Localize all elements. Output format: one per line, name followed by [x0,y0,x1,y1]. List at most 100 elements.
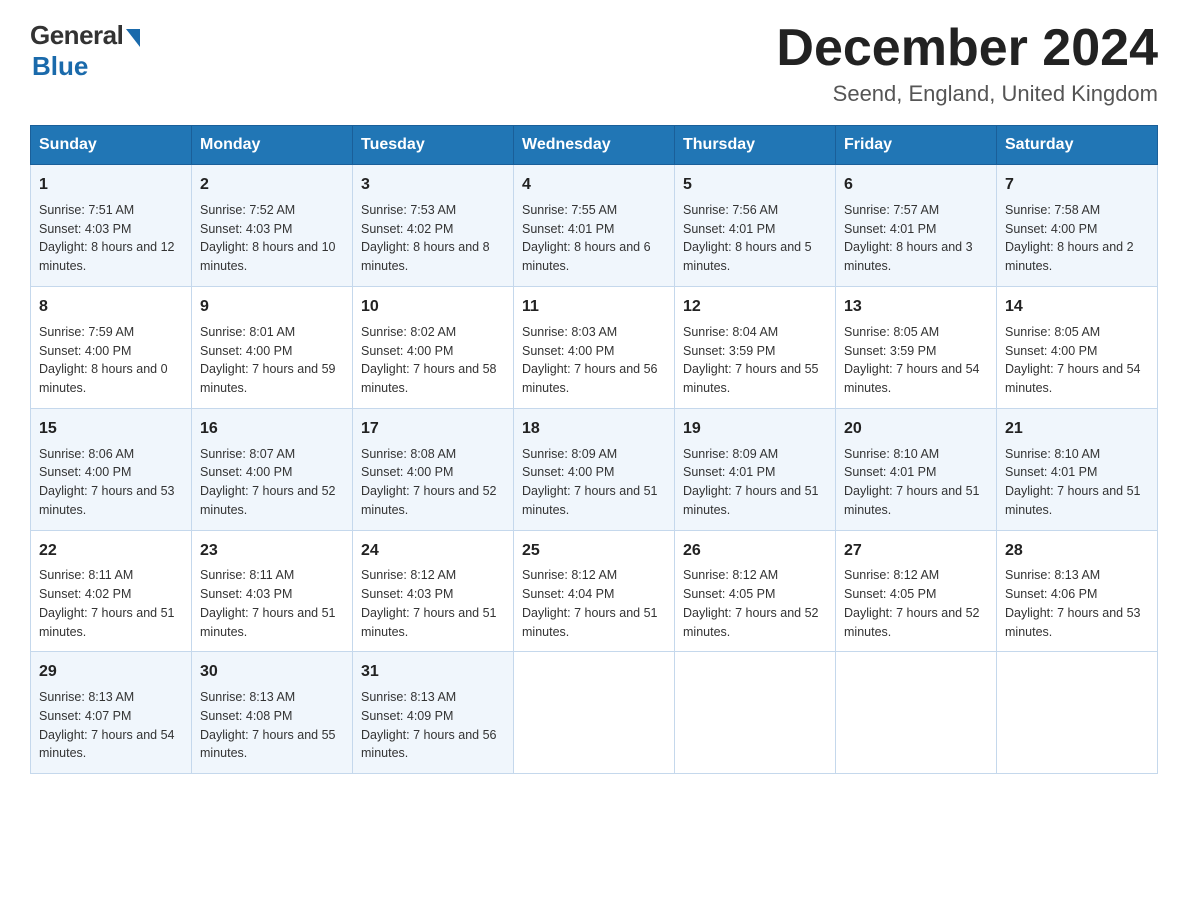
day-info: Sunrise: 8:12 AMSunset: 4:04 PMDaylight:… [522,566,666,641]
calendar-header-row: SundayMondayTuesdayWednesdayThursdayFrid… [31,126,1158,165]
day-info: Sunrise: 8:12 AMSunset: 4:05 PMDaylight:… [844,566,988,641]
day-cell: 10Sunrise: 8:02 AMSunset: 4:00 PMDayligh… [353,286,514,408]
day-number: 2 [200,173,344,198]
day-number: 11 [522,295,666,320]
day-info: Sunrise: 8:10 AMSunset: 4:01 PMDaylight:… [1005,445,1149,520]
day-number: 4 [522,173,666,198]
day-cell: 9 Sunrise: 8:01 AMSunset: 4:00 PMDaylight… [192,286,353,408]
location-title: Seend, England, United Kingdom [776,81,1158,107]
day-info: Sunrise: 8:07 AMSunset: 4:00 PMDaylight:… [200,445,344,520]
day-info: Sunrise: 7:51 AMSunset: 4:03 PMDaylight:… [39,201,183,276]
day-number: 13 [844,295,988,320]
day-header-saturday: Saturday [997,126,1158,165]
day-cell: 20 Sunrise: 8:10 AMSunset: 4:01 PMDayligh… [836,408,997,530]
day-cell: 2 Sunrise: 7:52 AMSunset: 4:03 PMDaylight… [192,165,353,287]
day-info: Sunrise: 7:58 AMSunset: 4:00 PMDaylight:… [1005,201,1149,276]
day-cell [836,652,997,774]
week-row-3: 15Sunrise: 8:06 AMSunset: 4:00 PMDayligh… [31,408,1158,530]
day-info: Sunrise: 7:52 AMSunset: 4:03 PMDaylight:… [200,201,344,276]
day-header-sunday: Sunday [31,126,192,165]
day-info: Sunrise: 7:59 AMSunset: 4:00 PMDaylight:… [39,323,183,398]
day-info: Sunrise: 8:05 AMSunset: 3:59 PMDaylight:… [844,323,988,398]
day-number: 15 [39,417,183,442]
day-number: 28 [1005,539,1149,564]
day-cell: 12Sunrise: 8:04 AMSunset: 3:59 PMDayligh… [675,286,836,408]
logo: General Blue [30,20,140,82]
day-cell: 30Sunrise: 8:13 AMSunset: 4:08 PMDayligh… [192,652,353,774]
day-header-wednesday: Wednesday [514,126,675,165]
day-number: 9 [200,295,344,320]
day-info: Sunrise: 8:05 AMSunset: 4:00 PMDaylight:… [1005,323,1149,398]
day-cell: 23Sunrise: 8:11 AMSunset: 4:03 PMDayligh… [192,530,353,652]
day-cell: 4Sunrise: 7:55 AMSunset: 4:01 PMDaylight… [514,165,675,287]
day-info: Sunrise: 7:53 AMSunset: 4:02 PMDaylight:… [361,201,505,276]
day-info: Sunrise: 8:02 AMSunset: 4:00 PMDaylight:… [361,323,505,398]
day-cell: 22Sunrise: 8:11 AMSunset: 4:02 PMDayligh… [31,530,192,652]
day-cell: 27Sunrise: 8:12 AMSunset: 4:05 PMDayligh… [836,530,997,652]
day-info: Sunrise: 8:04 AMSunset: 3:59 PMDaylight:… [683,323,827,398]
day-info: Sunrise: 8:12 AMSunset: 4:03 PMDaylight:… [361,566,505,641]
day-cell [514,652,675,774]
day-header-tuesday: Tuesday [353,126,514,165]
day-number: 22 [39,539,183,564]
logo-arrow-icon [126,29,140,47]
day-cell: 14Sunrise: 8:05 AMSunset: 4:00 PMDayligh… [997,286,1158,408]
week-row-5: 29Sunrise: 8:13 AMSunset: 4:07 PMDayligh… [31,652,1158,774]
day-number: 23 [200,539,344,564]
day-info: Sunrise: 7:57 AMSunset: 4:01 PMDaylight:… [844,201,988,276]
day-info: Sunrise: 8:09 AMSunset: 4:01 PMDaylight:… [683,445,827,520]
day-number: 5 [683,173,827,198]
day-info: Sunrise: 8:13 AMSunset: 4:08 PMDaylight:… [200,688,344,763]
day-number: 3 [361,173,505,198]
day-info: Sunrise: 8:12 AMSunset: 4:05 PMDaylight:… [683,566,827,641]
day-info: Sunrise: 8:09 AMSunset: 4:00 PMDaylight:… [522,445,666,520]
day-number: 27 [844,539,988,564]
day-number: 19 [683,417,827,442]
day-cell: 19 Sunrise: 8:09 AMSunset: 4:01 PMDayligh… [675,408,836,530]
day-info: Sunrise: 7:56 AMSunset: 4:01 PMDaylight:… [683,201,827,276]
day-number: 8 [39,295,183,320]
day-number: 17 [361,417,505,442]
day-cell: 28Sunrise: 8:13 AMSunset: 4:06 PMDayligh… [997,530,1158,652]
day-number: 31 [361,660,505,685]
day-info: Sunrise: 8:10 AMSunset: 4:01 PMDaylight:… [844,445,988,520]
day-cell: 1 Sunrise: 7:51 AMSunset: 4:03 PMDaylight… [31,165,192,287]
page-header: General Blue December 2024 Seend, Englan… [30,20,1158,107]
day-number: 16 [200,417,344,442]
day-cell [675,652,836,774]
day-cell: 6 Sunrise: 7:57 AMSunset: 4:01 PMDaylight… [836,165,997,287]
day-cell: 24Sunrise: 8:12 AMSunset: 4:03 PMDayligh… [353,530,514,652]
day-cell: 17 Sunrise: 8:08 AMSunset: 4:00 PMDayligh… [353,408,514,530]
day-info: Sunrise: 8:11 AMSunset: 4:02 PMDaylight:… [39,566,183,641]
day-info: Sunrise: 8:11 AMSunset: 4:03 PMDaylight:… [200,566,344,641]
day-info: Sunrise: 8:01 AMSunset: 4:00 PMDaylight:… [200,323,344,398]
day-cell: 16 Sunrise: 8:07 AMSunset: 4:00 PMDayligh… [192,408,353,530]
day-cell [997,652,1158,774]
day-cell: 29Sunrise: 8:13 AMSunset: 4:07 PMDayligh… [31,652,192,774]
day-number: 6 [844,173,988,198]
day-header-monday: Monday [192,126,353,165]
week-row-4: 22Sunrise: 8:11 AMSunset: 4:02 PMDayligh… [31,530,1158,652]
day-cell: 21 Sunrise: 8:10 AMSunset: 4:01 PMDayligh… [997,408,1158,530]
day-number: 1 [39,173,183,198]
day-info: Sunrise: 8:08 AMSunset: 4:00 PMDaylight:… [361,445,505,520]
day-header-thursday: Thursday [675,126,836,165]
day-cell: 7Sunrise: 7:58 AMSunset: 4:00 PMDaylight… [997,165,1158,287]
day-info: Sunrise: 8:13 AMSunset: 4:09 PMDaylight:… [361,688,505,763]
day-cell: 11Sunrise: 8:03 AMSunset: 4:00 PMDayligh… [514,286,675,408]
day-cell: 26Sunrise: 8:12 AMSunset: 4:05 PMDayligh… [675,530,836,652]
day-cell: 31 Sunrise: 8:13 AMSunset: 4:09 PMDayligh… [353,652,514,774]
day-number: 20 [844,417,988,442]
day-info: Sunrise: 8:13 AMSunset: 4:06 PMDaylight:… [1005,566,1149,641]
day-cell: 15Sunrise: 8:06 AMSunset: 4:00 PMDayligh… [31,408,192,530]
day-info: Sunrise: 8:13 AMSunset: 4:07 PMDaylight:… [39,688,183,763]
day-number: 21 [1005,417,1149,442]
day-cell: 8 Sunrise: 7:59 AMSunset: 4:00 PMDaylight… [31,286,192,408]
title-area: December 2024 Seend, England, United Kin… [776,20,1158,107]
week-row-1: 1 Sunrise: 7:51 AMSunset: 4:03 PMDaylight… [31,165,1158,287]
day-header-friday: Friday [836,126,997,165]
day-number: 25 [522,539,666,564]
day-cell: 5 Sunrise: 7:56 AMSunset: 4:01 PMDaylight… [675,165,836,287]
month-title: December 2024 [776,20,1158,77]
day-number: 26 [683,539,827,564]
